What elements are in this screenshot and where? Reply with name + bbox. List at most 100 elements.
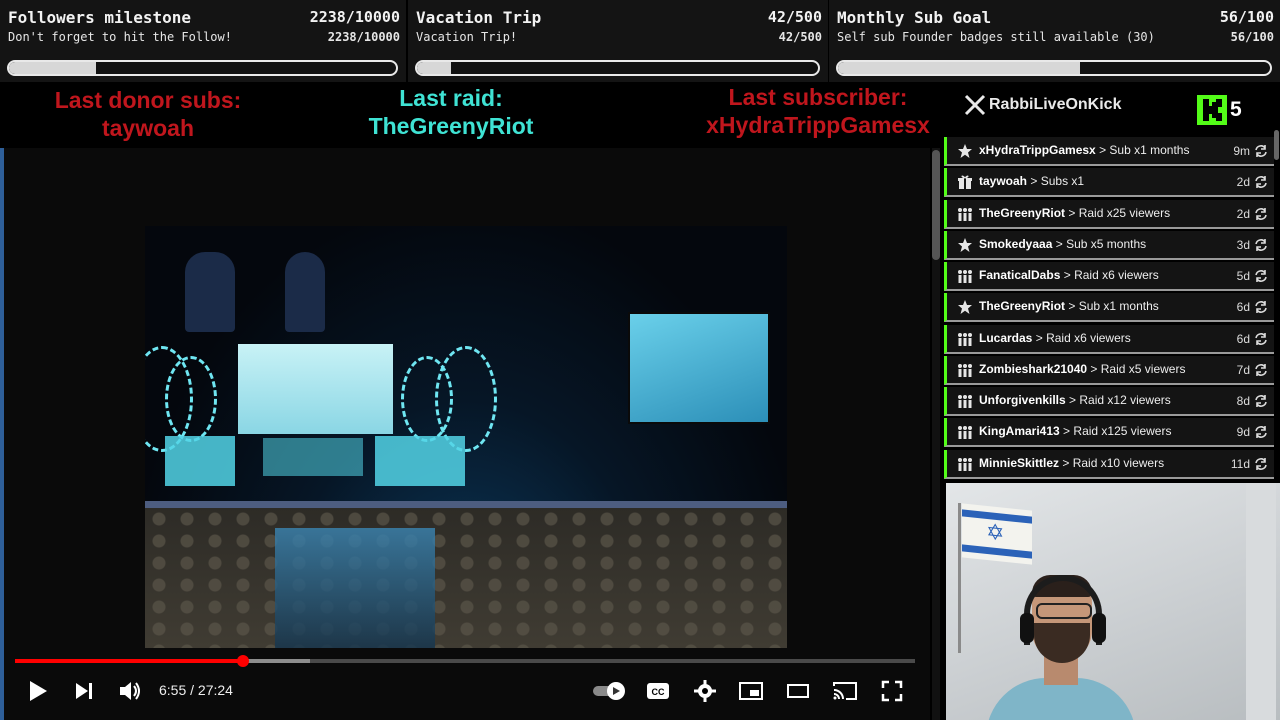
event-row: KingAmari413 > Raid x125 viewers 9d	[944, 418, 1274, 448]
replay-alert-icon[interactable]	[1254, 175, 1268, 189]
flag-pole	[958, 503, 961, 653]
event-time: 6d	[1236, 331, 1250, 346]
stage-led-panel	[375, 436, 465, 486]
goal-progress-fill	[417, 62, 451, 74]
event-list-scrollbar[interactable]	[1274, 130, 1279, 160]
goal-count: 2238/10000	[309, 8, 400, 26]
replay-alert-icon[interactable]	[1254, 269, 1268, 283]
event-separator: >	[1055, 236, 1063, 251]
next-button[interactable]	[71, 678, 97, 704]
event-text: MinnieSkittlez > Raid x10 viewers	[979, 456, 1164, 470]
event-time: 6d	[1236, 300, 1250, 315]
event-text: TheGreenyRiot > Raid x25 viewers	[979, 206, 1170, 220]
replay-alert-icon[interactable]	[1254, 207, 1268, 221]
event-text: taywoah > Subs x1	[979, 174, 1084, 188]
raid-icon	[957, 268, 973, 284]
goal-vacation-trip: Vacation Trip 42/500 Vacation Trip! 42/5…	[408, 0, 828, 82]
goal-sub-count: 56/100	[1230, 30, 1274, 44]
raid-icon	[957, 206, 973, 222]
replay-alert-icon[interactable]	[1254, 332, 1268, 346]
autoplay-toggle[interactable]	[590, 678, 630, 704]
last-donor-value: taywoah	[101, 115, 195, 141]
goal-count: 56/100	[1219, 8, 1274, 26]
event-separator: >	[1069, 393, 1077, 408]
scrollbar-thumb[interactable]	[932, 150, 940, 260]
stage-led-fan	[401, 356, 453, 442]
last-subscriber: Last subscriber: xHydraTrippGamesx	[690, 83, 946, 139]
last-donor-subs: Last donor subs: taywoah	[40, 86, 256, 142]
event-text: xHydraTrippGamesx > Sub x1 months	[979, 143, 1189, 157]
svg-text:CC: CC	[652, 687, 665, 697]
event-action: Sub x1 months	[1078, 299, 1159, 314]
event-separator: >	[1030, 174, 1038, 189]
replay-alert-icon[interactable]	[1254, 394, 1268, 408]
goal-sub-count: 42/500	[778, 30, 822, 44]
replay-alert-icon[interactable]	[1254, 300, 1268, 314]
stage-led-panel	[263, 438, 363, 476]
event-separator: >	[1063, 424, 1071, 439]
replay-alert-icon[interactable]	[1254, 457, 1268, 471]
event-action: Raid x6 viewers	[1046, 330, 1131, 345]
star-icon	[957, 237, 973, 253]
headphone-earcup	[1020, 613, 1034, 643]
event-time: 11d	[1230, 456, 1250, 471]
event-text: Lucardas > Raid x6 viewers	[979, 331, 1131, 345]
audience-heads	[145, 508, 787, 648]
event-text: FanaticalDabs > Raid x6 viewers	[979, 268, 1159, 282]
raid-icon	[957, 393, 973, 409]
event-row: Zombieshark21040 > Raid x5 viewers 7d	[944, 355, 1274, 385]
event-user: FanaticalDabs	[979, 268, 1061, 283]
event-time: 3d	[1236, 237, 1250, 252]
cast-button[interactable]	[832, 678, 858, 704]
last-raid: Last raid: TheGreenyRiot	[350, 84, 552, 140]
last-subscriber-label: Last subscriber:	[728, 84, 908, 110]
gift-icon	[957, 174, 973, 190]
volume-icon	[120, 682, 140, 700]
goal-title: Vacation Trip	[416, 8, 542, 27]
volume-button[interactable]	[117, 678, 143, 704]
wall-edge	[1246, 483, 1276, 720]
webcam-feed: ✡	[946, 483, 1280, 720]
channel-handle: RabbiLiveOnKick	[989, 96, 1122, 113]
event-row: FanaticalDabs > Raid x6 viewers 5d	[944, 262, 1274, 292]
event-row: TheGreenyRiot > Sub x1 months 6d	[944, 293, 1274, 323]
event-user: TheGreenyRiot	[979, 299, 1066, 314]
event-text: Unforgivenkills > Raid x12 viewers	[979, 393, 1171, 407]
event-list: xHydraTrippGamesx > Sub x1 months 9m taywo…	[944, 137, 1274, 481]
event-action: Sub x1 months	[1109, 143, 1190, 157]
event-text: TheGreenyRiot > Sub x1 months	[979, 299, 1159, 313]
event-time: 8d	[1236, 394, 1250, 409]
miniplayer-button[interactable]	[738, 678, 764, 704]
goal-title: Followers milestone	[8, 8, 192, 27]
event-row: Lucardas > Raid x6 viewers 6d	[944, 324, 1274, 354]
stage-main-screen	[238, 344, 393, 434]
raid-icon	[957, 424, 973, 440]
raid-icon	[957, 362, 973, 378]
captions-button[interactable]: CC	[645, 678, 671, 704]
replay-alert-icon[interactable]	[1254, 238, 1268, 252]
goal-progress-bar	[7, 60, 398, 76]
goal-subtitle: Vacation Trip!	[416, 30, 518, 44]
replay-alert-icon[interactable]	[1254, 363, 1268, 377]
skip-next-icon	[76, 683, 92, 699]
seek-handle[interactable]	[236, 655, 249, 667]
play-button[interactable]	[25, 678, 51, 704]
replay-alert-icon[interactable]	[1254, 144, 1268, 158]
goal-progress-bar	[415, 60, 820, 76]
replay-alert-icon[interactable]	[1254, 425, 1268, 439]
goal-sub-count: 2238/10000	[327, 30, 400, 44]
theater-mode-icon	[787, 684, 809, 698]
goal-progress-bar	[836, 60, 1272, 76]
fullscreen-button[interactable]	[879, 678, 905, 704]
goal-subtitle: Self sub Founder badges still available …	[837, 30, 1155, 44]
goal-monthly-subs: Monthly Sub Goal 56/100 Self sub Founder…	[829, 0, 1280, 82]
gear-icon	[694, 680, 716, 702]
raid-icon	[957, 456, 973, 472]
video-frame[interactable]	[145, 226, 787, 648]
settings-button[interactable]	[692, 678, 718, 704]
theater-mode-button[interactable]	[785, 678, 811, 704]
event-text: Zombieshark21040 > Raid x5 viewers	[979, 362, 1185, 376]
event-user: taywoah	[979, 174, 1028, 189]
event-user: TheGreenyRiot	[979, 205, 1066, 220]
event-user: Smokedyaaa	[979, 236, 1053, 251]
